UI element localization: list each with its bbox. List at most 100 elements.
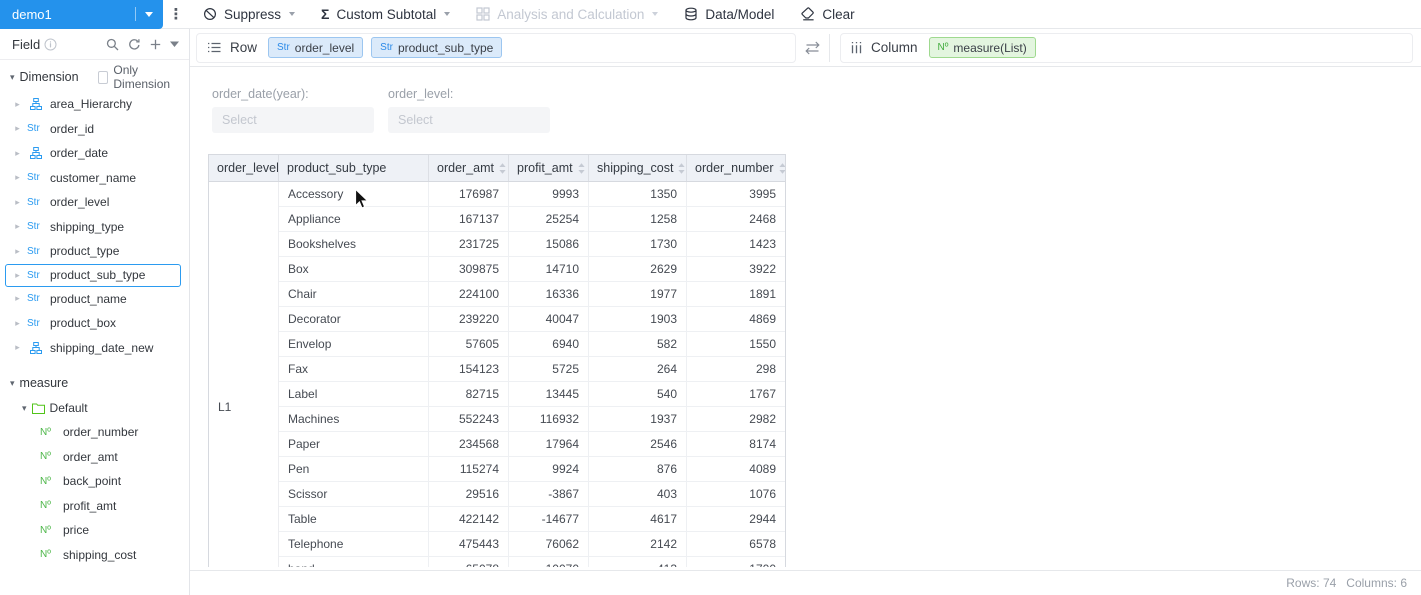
table-cell: 115274 <box>429 457 509 481</box>
sidebar-item-order-amt[interactable]: Nº order_amt <box>0 445 189 470</box>
table-cell: 540 <box>589 382 687 406</box>
sidebar-item-shipping-date-new[interactable]: ▸ shipping_date_new <box>0 336 189 361</box>
sort-icon[interactable] <box>673 162 686 175</box>
sort-icon[interactable] <box>774 162 785 175</box>
canvas: order_date(year): order_level: order_leve… <box>190 67 1421 570</box>
table-cell: Decorator <box>279 307 429 331</box>
column-header-shipping-cost[interactable]: shipping_cost <box>589 155 687 181</box>
column-header-order-level: order_level <box>209 155 279 181</box>
table-cell: 1423 <box>749 237 776 251</box>
expand-caret-icon[interactable]: ▸ <box>13 222 22 231</box>
pill-order-level[interactable]: Str order_level <box>268 37 364 58</box>
sort-icon[interactable] <box>573 162 586 175</box>
pill-measure-list[interactable]: Nº measure(List) <box>928 37 1036 58</box>
filter-bar: order_date(year): order_level: <box>212 87 1421 133</box>
table-cell: 8174 <box>749 437 776 451</box>
column-pills: Nº measure(List) <box>928 37 1036 58</box>
sidebar-item-order-number[interactable]: Nº order_number <box>0 420 189 445</box>
swap-axes-icon[interactable] <box>804 41 821 55</box>
field-label: product_sub_type <box>50 268 146 282</box>
triangle-down-icon[interactable] <box>170 41 179 47</box>
string-type-tag: Str <box>27 196 40 208</box>
folder-icon <box>31 403 45 414</box>
table-header: order_level product_sub_type order_amt prof… <box>209 155 785 182</box>
field-label: product_type <box>50 244 120 259</box>
expand-caret-icon[interactable]: ▸ <box>13 99 22 109</box>
table-row: Box 309875 14710 2629 3922 <box>279 257 785 282</box>
table-cell: Pen <box>279 457 429 481</box>
sidebar-item-area-hierarchy[interactable]: ▸ area_Hierarchy <box>0 92 189 117</box>
table-cell: 9924 <box>509 457 589 481</box>
expand-caret-icon[interactable]: ▸ <box>13 294 22 303</box>
only-dimension-label: Only Dimension <box>113 63 171 91</box>
sidebar-item-product-type[interactable]: ▸ Str product_type <box>0 239 189 264</box>
expand-caret-icon[interactable]: ▸ <box>13 270 22 280</box>
sidebar-item-order-id[interactable]: ▸ Str order_id <box>0 117 189 142</box>
menu-item-suppress[interactable]: Suppress <box>203 7 296 22</box>
sidebar-item-order-date[interactable]: ▸ order_date <box>0 141 189 166</box>
pill-product-sub-type[interactable]: Str product_sub_type <box>371 37 503 58</box>
collapse-caret-icon[interactable]: ▾ <box>22 403 27 413</box>
table-cell: 876 <box>589 457 687 481</box>
menu-item-custom-subtotal[interactable]: Σ Custom Subtotal <box>321 7 451 22</box>
pill-label: order_level <box>294 40 355 55</box>
hierarchy-icon <box>27 147 45 160</box>
expand-caret-icon[interactable]: ▸ <box>13 197 22 207</box>
measure-folder[interactable]: ▾ Default <box>0 396 189 420</box>
sidebar-item-product-name[interactable]: ▸ Str product_name <box>0 287 189 312</box>
sidebar-item-product-sub-type[interactable]: ▸ Str product_sub_type <box>5 263 181 287</box>
filter-order-level: order_level: <box>388 87 550 133</box>
menu-item-data-model[interactable]: Data/Model <box>684 7 774 22</box>
table-cell: 2982 <box>749 412 776 426</box>
filter-select-input[interactable] <box>388 107 550 133</box>
expand-caret-icon[interactable]: ▸ <box>13 246 22 256</box>
number-type-tag: Nº <box>40 426 51 438</box>
filter-select-input[interactable] <box>212 107 374 133</box>
string-type-tag: Str <box>27 269 40 281</box>
sidebar-item-order-level[interactable]: ▸ Str order_level <box>0 190 189 215</box>
expand-caret-icon[interactable]: ▸ <box>13 124 22 133</box>
table-row: Paper 234568 17964 2546 8174 <box>279 432 785 457</box>
table-cell: 2142 <box>589 532 687 556</box>
expand-caret-icon[interactable]: ▸ <box>13 173 22 182</box>
table-cell: Machines <box>279 407 429 431</box>
collapse-caret-icon[interactable]: ▾ <box>10 378 15 388</box>
sidebar-item-shipping-type[interactable]: ▸ Str shipping_type <box>0 215 189 240</box>
column-header-profit-amt[interactable]: profit_amt <box>509 155 589 181</box>
number-type-tag: Nº <box>40 524 51 536</box>
sidebar-item-customer-name[interactable]: ▸ Str customer_name <box>0 166 189 191</box>
collapse-caret-icon[interactable]: ▾ <box>10 72 15 82</box>
table-cell: 2944 <box>749 512 776 526</box>
table-body: L1 Accessory 176987 9993 1350 3995 Appliance 1… <box>209 182 785 567</box>
chevron-down-icon <box>444 12 451 16</box>
column-header-order-number[interactable]: order_number <box>687 155 785 181</box>
table-cell: 1767 <box>749 387 776 401</box>
table-cell: 15086 <box>509 232 589 256</box>
sidebar-item-back-point[interactable]: Nº back_point <box>0 469 189 494</box>
shelf-bar: Row Str order_level Str product_sub_type Co… <box>190 29 1421 67</box>
search-icon[interactable] <box>106 38 119 51</box>
sort-icon[interactable] <box>494 162 507 175</box>
field-label: area_Hierarchy <box>50 97 133 112</box>
expand-caret-icon[interactable]: ▸ <box>13 318 22 328</box>
expand-caret-icon[interactable]: ▸ <box>13 343 22 352</box>
sidebar-item-price[interactable]: Nº price <box>0 518 189 543</box>
sidebar-item-shipping-cost[interactable]: Nº shipping_cost <box>0 543 189 568</box>
plus-icon[interactable] <box>150 39 161 50</box>
table-cell: 413 <box>589 557 687 567</box>
column-header-order-amt[interactable]: order_amt <box>429 155 509 181</box>
sidebar-item-product-box[interactable]: ▸ Str product_box <box>0 311 189 336</box>
refresh-icon[interactable] <box>128 38 141 51</box>
suppress-icon <box>203 7 217 21</box>
filter-order-date-year: order_date(year): <box>212 87 374 133</box>
expand-caret-icon[interactable]: ▸ <box>13 148 22 158</box>
sidebar-item-profit-amt[interactable]: Nº profit_amt <box>0 494 189 519</box>
number-type-tag: Nº <box>40 451 51 463</box>
table-cell: Bookshelves <box>279 232 429 256</box>
menu-item-clear[interactable]: Clear <box>800 7 855 22</box>
pivot-table: order_level product_sub_type order_amt prof… <box>208 154 786 567</box>
only-dimension-checkbox[interactable] <box>97 70 109 84</box>
dataset-selector-button[interactable]: demo1 <box>0 0 163 29</box>
string-type-tag: Str <box>27 317 40 329</box>
kebab-menu-icon[interactable]: ⋮ <box>163 0 189 29</box>
